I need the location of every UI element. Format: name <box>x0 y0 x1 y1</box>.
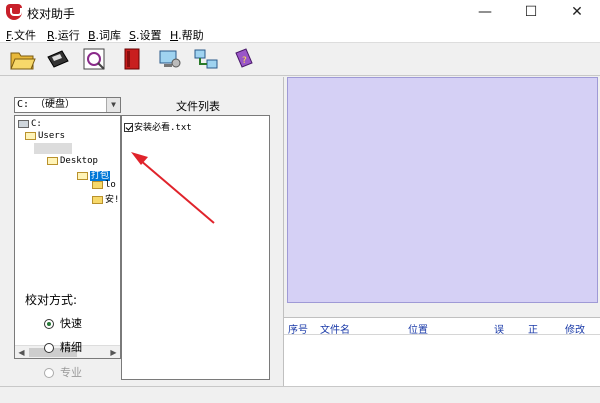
folder-icon <box>92 180 103 189</box>
menu-settings[interactable]: S.设置 <box>129 27 161 43</box>
title-bar: 校对助手 — ☐ ✕ <box>0 0 600 25</box>
proofread-icon[interactable] <box>80 45 108 73</box>
radio-disabled-icon <box>44 368 54 378</box>
menu-run[interactable]: R.运行 <box>47 27 80 43</box>
results-table[interactable]: 序号 文件名 位置 误 正 修改 <box>284 317 600 386</box>
proof-mode-title: 校对方式: <box>25 293 78 307</box>
col-position[interactable]: 位置 <box>408 321 428 336</box>
maximize-button[interactable]: ☐ <box>508 0 554 25</box>
file-row[interactable]: 安装必看.txt <box>124 120 192 133</box>
tree-node[interactable]: Users <box>25 131 65 141</box>
col-wrong[interactable]: 误 <box>494 321 504 336</box>
menu-file[interactable]: F.文件 <box>6 27 36 43</box>
folder-open-icon <box>47 156 58 165</box>
toolbar: ? <box>0 43 600 76</box>
text-preview-pane[interactable] <box>287 77 598 303</box>
window-title: 校对助手 <box>27 7 76 21</box>
app-logo-icon <box>6 4 22 20</box>
col-index[interactable]: 序号 <box>288 321 308 336</box>
radio-selected-icon[interactable] <box>44 319 54 329</box>
file-list-label: 文件列表 <box>176 100 220 113</box>
folder-open-icon <box>25 131 36 140</box>
radio-icon[interactable] <box>44 343 54 353</box>
drive-icon <box>18 119 29 128</box>
results-header: 序号 文件名 位置 误 正 修改 <box>284 318 600 336</box>
mode-option-fine[interactable]: 精细 <box>44 339 82 355</box>
tree-node[interactable]: 安! <box>92 192 119 205</box>
close-button[interactable]: ✕ <box>554 0 600 25</box>
scroll-left-icon[interactable]: ◀ <box>15 346 28 358</box>
blurred-username <box>34 143 72 154</box>
mode-option-pro: 专业 <box>44 364 82 380</box>
menu-dictionary[interactable]: B.词库 <box>88 27 121 43</box>
minimize-button[interactable]: — <box>462 0 508 25</box>
network-icon[interactable] <box>192 45 220 73</box>
left-panel: C: （硬盘） ▼ 文件列表 C: Users Desktop 打包 lo 安!… <box>0 77 284 386</box>
drive-select[interactable]: C: （硬盘） ▼ <box>14 97 121 113</box>
status-bar <box>0 386 600 403</box>
mode-option-fast[interactable]: 快速 <box>44 315 82 331</box>
menu-help[interactable]: H.帮助 <box>170 27 204 43</box>
save-disk-icon[interactable] <box>43 45 71 73</box>
file-list[interactable]: 安装必看.txt <box>121 115 270 380</box>
open-folder-icon[interactable] <box>8 45 36 73</box>
tree-node[interactable]: lo <box>92 180 116 190</box>
scroll-right-icon[interactable]: ▶ <box>107 346 120 358</box>
tree-node[interactable]: C: <box>18 119 42 129</box>
drive-select-value: C: （硬盘） <box>17 99 76 110</box>
menu-bar: F.文件 R.运行 B.词库 S.设置 H.帮助 <box>0 25 600 43</box>
tree-node[interactable]: Desktop <box>47 156 98 166</box>
col-filename[interactable]: 文件名 <box>320 321 350 336</box>
dictionary-icon[interactable] <box>118 45 146 73</box>
help-book-icon[interactable]: ? <box>230 45 258 73</box>
file-checkbox[interactable] <box>124 123 133 132</box>
folder-icon <box>92 195 103 204</box>
col-modify[interactable]: 修改 <box>565 321 585 336</box>
settings-computer-icon[interactable] <box>155 45 183 73</box>
col-correct[interactable]: 正 <box>528 321 538 336</box>
svg-text:?: ? <box>242 56 247 66</box>
chevron-down-icon[interactable]: ▼ <box>106 98 120 112</box>
folder-open-icon <box>77 171 88 180</box>
